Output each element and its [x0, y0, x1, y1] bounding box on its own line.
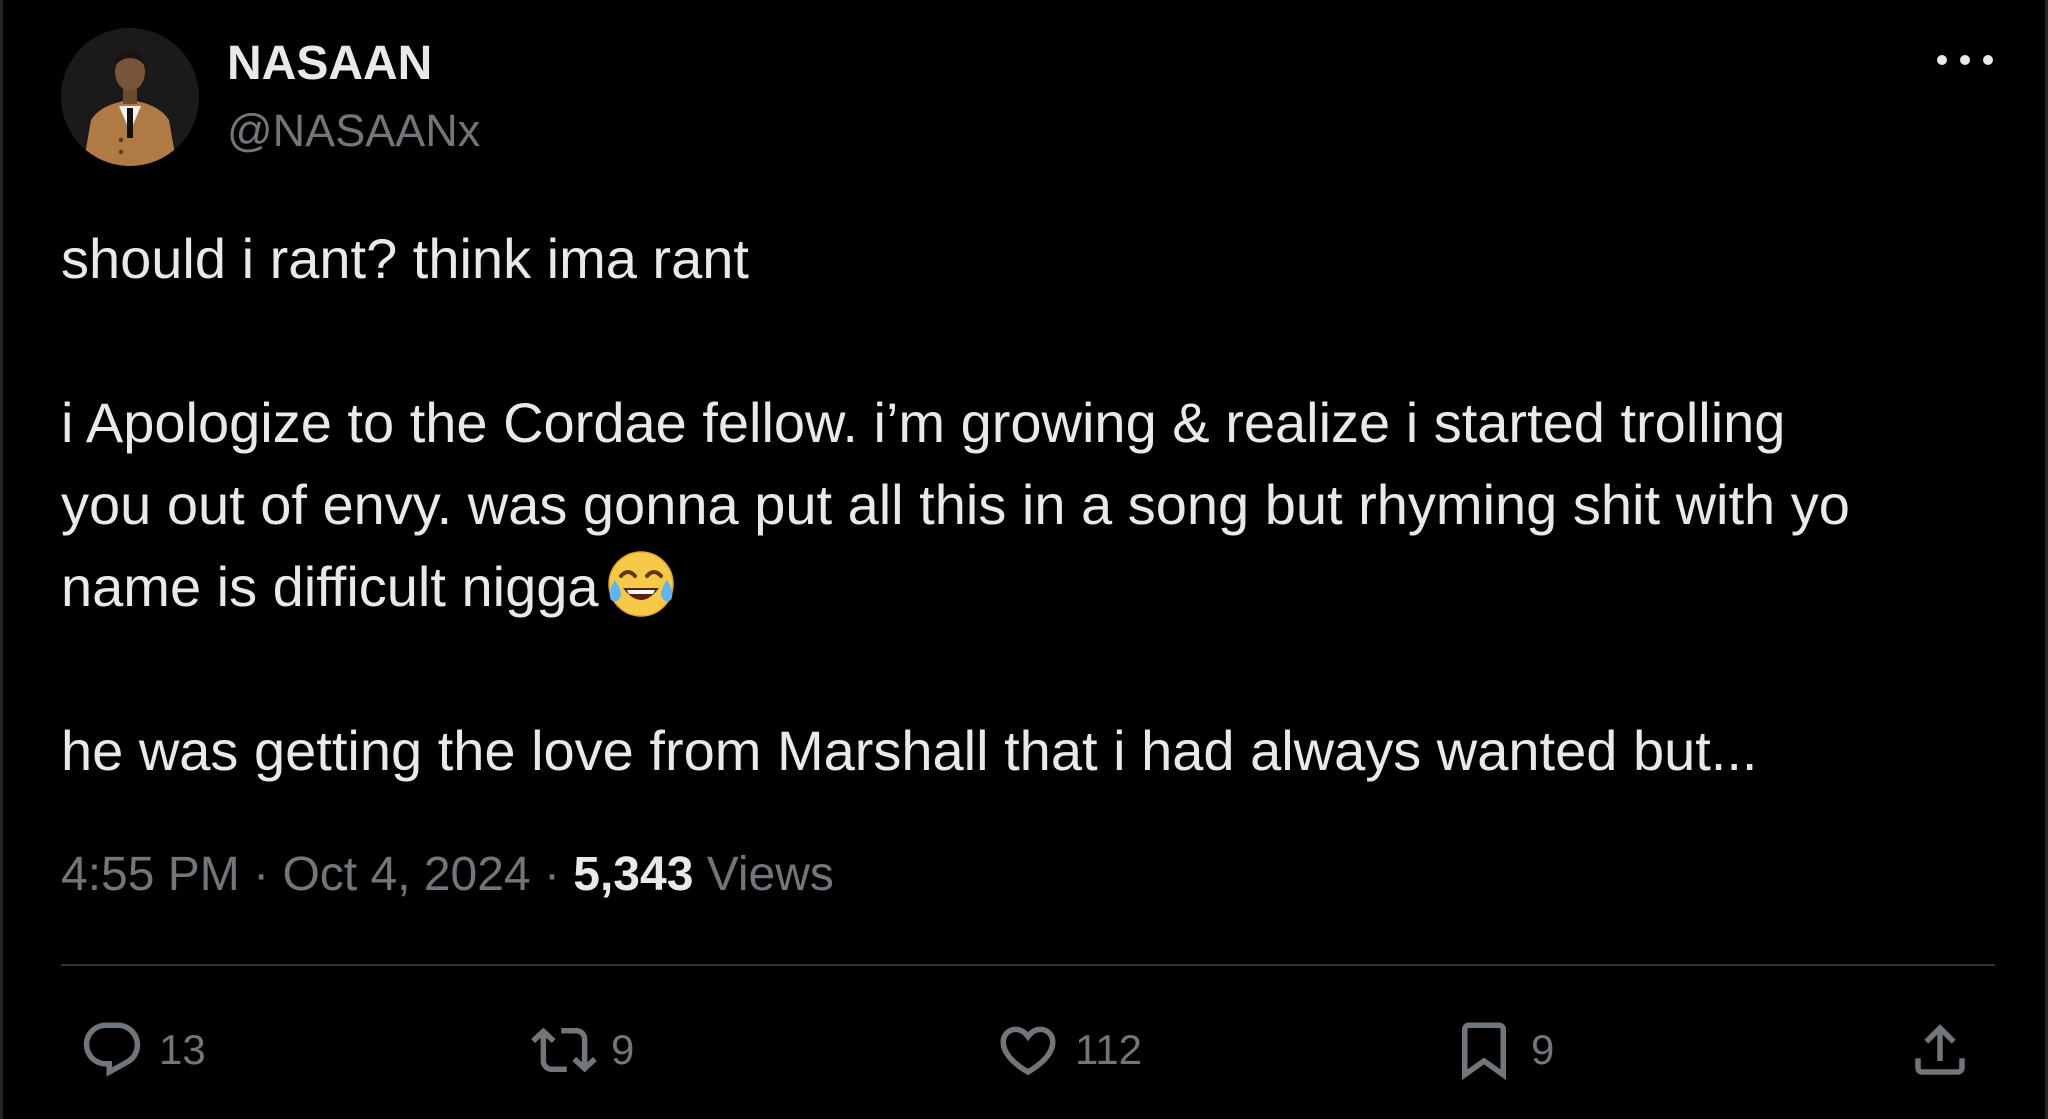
share-button[interactable]	[1907, 1015, 1973, 1085]
tweet-line: name is difficult nigga	[61, 555, 599, 618]
retweet-count: 9	[611, 1026, 635, 1073]
display-name[interactable]: NASAAN	[227, 36, 432, 92]
bookmark-icon	[1462, 1022, 1506, 1081]
heart-icon	[1000, 1026, 1056, 1076]
more-dot	[1960, 55, 1970, 65]
avatar-image	[61, 28, 199, 166]
like-count: 112	[1075, 1026, 1142, 1073]
bookmark-count: 9	[1531, 1026, 1555, 1073]
tweet-line-with-emoji: name is difficult nigga	[61, 546, 2001, 628]
views-count: 5,343	[573, 848, 694, 901]
meta-separator: ·	[253, 848, 270, 901]
reply-count: 13	[159, 1026, 206, 1073]
tweet-line: he was getting the love from Marshall th…	[61, 719, 1758, 782]
retweet-icon	[531, 1027, 597, 1073]
bookmark-button[interactable]: 9	[1451, 1015, 1554, 1085]
tweet-date[interactable]: Oct 4, 2024	[282, 848, 530, 901]
tweet-time[interactable]: 4:55 PM	[61, 848, 240, 901]
tweet-card: NASAAN @NASAANx should i rant? think ima…	[0, 0, 2048, 1119]
share-upload-icon	[1915, 1024, 1965, 1075]
reply-button[interactable]: 13	[79, 1015, 206, 1085]
meta-separator: ·	[543, 848, 560, 901]
divider	[61, 964, 1995, 966]
views-label: Views	[706, 848, 834, 901]
more-dot	[1983, 55, 1993, 65]
tweet-line: i Apologize to the Cordae fellow. i’m gr…	[61, 391, 1786, 454]
more-horizontal-icon[interactable]	[1937, 48, 1993, 72]
face-with-tears-of-joy-icon	[605, 548, 677, 620]
like-button[interactable]: 112	[995, 1015, 1142, 1085]
retweet-button[interactable]: 9	[531, 1015, 634, 1085]
user-handle[interactable]: @NASAANx	[227, 103, 480, 159]
tweet-line: you out of envy. was gonna put all this …	[61, 473, 1850, 536]
tweet-body: should i rant? think ima rant i Apologiz…	[61, 218, 2001, 792]
more-dot	[1937, 55, 1947, 65]
avatar[interactable]	[61, 28, 199, 166]
tweet-meta: 4:55 PM · Oct 4, 2024 · 5,343 Views	[61, 840, 834, 910]
reply-bubble-icon	[83, 1022, 141, 1077]
tweet-line: should i rant? think ima rant	[61, 227, 749, 290]
